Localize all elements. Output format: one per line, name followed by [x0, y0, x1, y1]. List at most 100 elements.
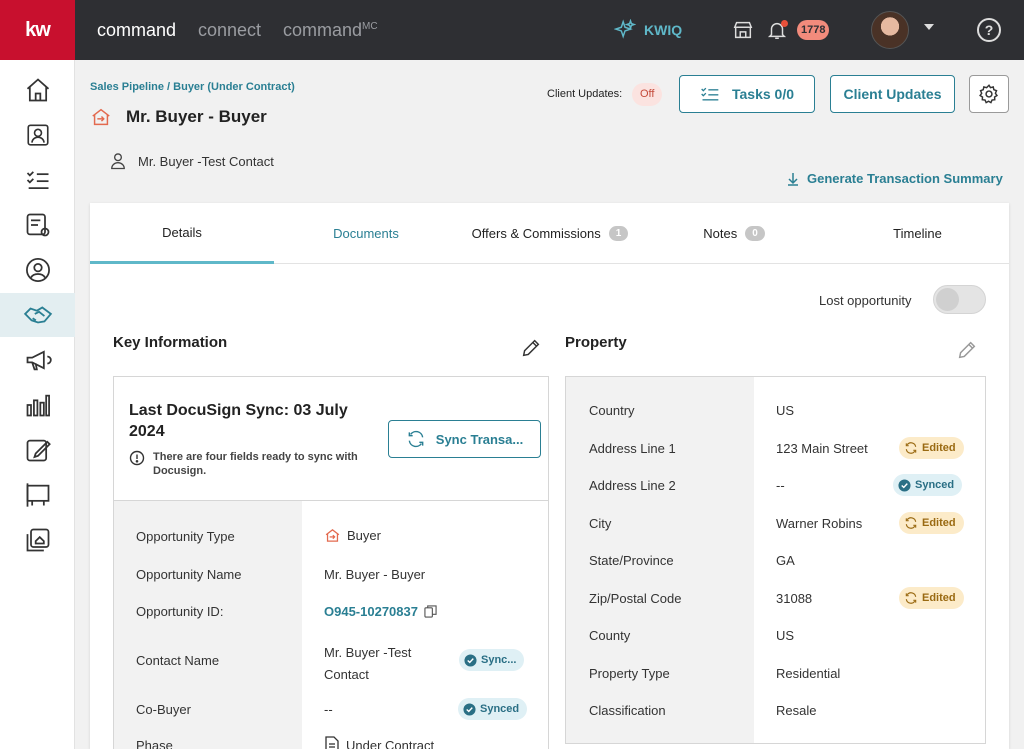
check-circle-icon: [463, 702, 476, 716]
status-badge: Synced: [893, 474, 963, 496]
prop-label-city: City: [589, 516, 612, 531]
top-nav-bar: kw command connect commandMC KWIQ 1778 ?: [0, 0, 1024, 60]
address2-badge-label: Synced: [915, 479, 955, 491]
buyer-house-icon: [325, 529, 340, 542]
checklist-settings-icon[interactable]: [0, 203, 75, 247]
prop-value-city: Warner Robins: [776, 516, 863, 531]
tab-notes[interactable]: Notes 0: [642, 203, 826, 264]
tab-notes-count: 0: [745, 226, 765, 241]
row-value-opportunity-type: Buyer: [324, 527, 381, 544]
row-label-opportunity-type: Opportunity Type: [136, 529, 235, 544]
copy-icon[interactable]: [424, 605, 437, 618]
contacts-icon[interactable]: [0, 113, 75, 157]
status-badge: Edited: [899, 587, 964, 609]
client-updates-button[interactable]: Client Updates: [830, 75, 955, 113]
sparkle-icon: [614, 19, 636, 39]
details-card: Details Documents Offers & Commissions 1…: [90, 203, 1009, 749]
tab-details[interactable]: Details: [90, 203, 274, 264]
sync-icon: [905, 442, 917, 454]
row-value-opportunity-id[interactable]: O945-10270837: [324, 604, 437, 619]
pencil-icon[interactable]: [520, 337, 542, 359]
prop-value-zip: 31088: [776, 591, 813, 606]
tasks-button[interactable]: Tasks 0/0: [679, 75, 815, 113]
kwiq-button[interactable]: KWIQ: [614, 19, 682, 41]
store-icon[interactable]: [731, 18, 755, 42]
info-icon: [129, 450, 145, 466]
megaphone-icon[interactable]: [0, 338, 75, 382]
person-icon: [111, 153, 125, 170]
document-icon: [325, 736, 339, 749]
check-circle-icon: [464, 653, 477, 667]
home-icon[interactable]: [0, 68, 75, 112]
client-updates-label: Client Updates:: [547, 88, 623, 100]
lost-opportunity-toggle[interactable]: [933, 285, 986, 314]
nav-command[interactable]: command: [97, 20, 176, 41]
pencil-icon[interactable]: [956, 339, 978, 361]
notification-dot: [781, 20, 788, 27]
prop-value-county: US: [776, 628, 795, 643]
address1-badge-label: Edited: [922, 442, 956, 454]
sidebar: [0, 60, 75, 749]
phase-value: Under Contract: [346, 737, 435, 749]
contact-sync-badge-label: Sync...: [481, 654, 517, 666]
prop-label-zip: Zip/Postal Code: [589, 591, 682, 606]
row-value-phase: Under Contract: [324, 736, 434, 749]
kwiq-label: KWIQ: [644, 22, 683, 38]
tasks-icon[interactable]: [0, 158, 75, 202]
page-title: Mr. Buyer - Buyer: [126, 107, 267, 126]
generate-summary-label: Generate Transaction Summary: [807, 171, 1003, 186]
property-title: Property: [565, 334, 627, 351]
docusign-sync-title: Last DocuSign Sync: 03 July 2024: [129, 402, 348, 440]
row-label-co-buyer: Co-Buyer: [136, 702, 191, 717]
kw-logo[interactable]: kw: [0, 0, 75, 60]
tab-documents[interactable]: Documents: [274, 203, 458, 264]
handshake-icon[interactable]: [0, 293, 75, 337]
bar-chart-icon[interactable]: [0, 383, 75, 427]
tab-timeline[interactable]: Timeline: [826, 203, 1009, 264]
property-panel: Country US Address Line 1 123 Main Stree…: [565, 376, 986, 744]
breadcrumb[interactable]: Sales Pipeline / Buyer (Under Contract): [90, 81, 295, 93]
zip-badge-label: Edited: [922, 592, 956, 604]
row-label-opportunity-name: Opportunity Name: [136, 567, 242, 582]
user-avatar[interactable]: [871, 11, 909, 49]
co-buyer-sync-badge-label: Synced: [480, 703, 520, 715]
listing-photos-icon[interactable]: [0, 518, 75, 562]
prop-label-address1: Address Line 1: [589, 441, 676, 456]
check-circle-icon: [898, 478, 911, 492]
person-circle-icon[interactable]: [0, 248, 75, 292]
settings-button[interactable]: [969, 75, 1009, 113]
status-badge: Sync...: [459, 649, 525, 671]
tab-documents-label: Documents: [333, 226, 399, 241]
billboard-icon[interactable]: [0, 473, 75, 517]
sync-transaction-button[interactable]: Sync Transa...: [388, 420, 541, 458]
prop-value-country: US: [776, 403, 795, 418]
tab-timeline-label: Timeline: [893, 226, 942, 241]
contact-name-line2: Contact: [324, 667, 369, 682]
primary-contact[interactable]: Mr. Buyer -Test Contact: [108, 151, 274, 171]
notification-count-badge[interactable]: 1778: [797, 20, 830, 40]
chevron-down-icon[interactable]: [924, 24, 934, 30]
tab-offers-commissions[interactable]: Offers & Commissions 1: [458, 203, 642, 264]
prop-label-county: County: [589, 628, 631, 643]
generate-summary-link[interactable]: Generate Transaction Summary: [787, 171, 1003, 186]
prop-label-country: Country: [589, 403, 635, 418]
opportunity-id-value: O945-10270837: [324, 604, 418, 619]
client-updates-status[interactable]: Off: [632, 83, 663, 106]
client-updates-button-label: Client Updates: [843, 86, 942, 102]
row-value-opportunity-name: Mr. Buyer - Buyer: [324, 567, 426, 582]
status-badge: Edited: [899, 512, 964, 534]
prop-label-address2: Address Line 2: [589, 478, 676, 493]
gear-icon: [979, 84, 999, 104]
tab-bar: Details Documents Offers & Commissions 1…: [90, 203, 1009, 264]
contact-name-line1: Mr. Buyer -Test: [324, 645, 412, 660]
prop-label-state: State/Province: [589, 553, 674, 568]
nav-connect[interactable]: connect: [198, 20, 261, 41]
help-icon[interactable]: ?: [977, 18, 1001, 42]
nav-command-mc[interactable]: commandMC: [283, 20, 378, 41]
prop-value-state: GA: [776, 553, 795, 568]
key-information-panel: Last DocuSign Sync: 03 July 2024 There a…: [113, 376, 549, 749]
edit-note-icon[interactable]: [0, 428, 75, 472]
key-information-title: Key Information: [113, 334, 228, 351]
row-label-contact-name: Contact Name: [136, 653, 220, 668]
prop-value-address1: 123 Main Street: [776, 441, 868, 456]
